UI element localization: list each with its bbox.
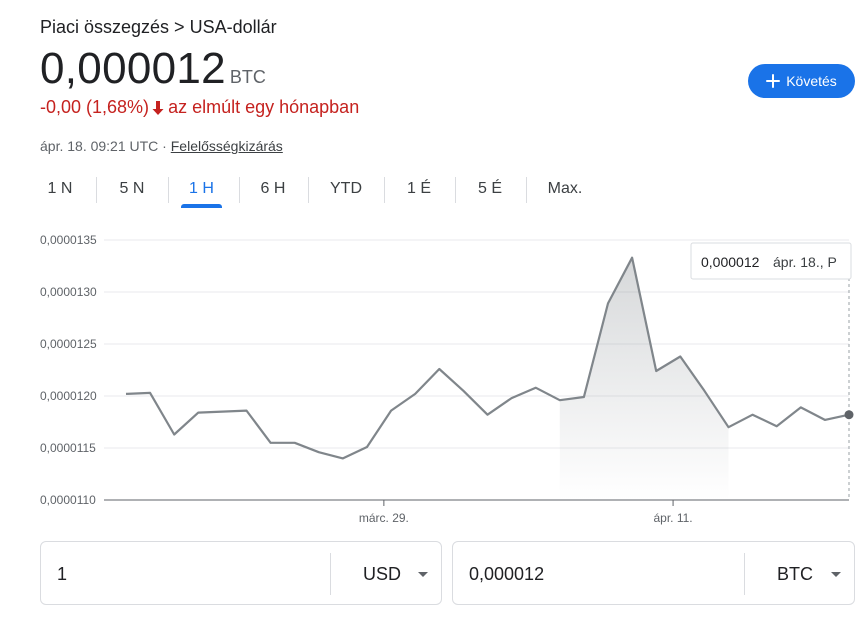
hover-tooltip: 0,000012 ápr. 18., P (690, 242, 852, 280)
tab-5-years[interactable]: 5 É (460, 174, 520, 204)
current-price: 0,000012 (40, 44, 226, 93)
price-unit: BTC (229, 67, 266, 87)
tab-1-day[interactable]: 1 N (30, 174, 90, 204)
converter-divider (330, 553, 331, 595)
tooltip-value: 0,000012 (701, 254, 760, 270)
y-tick-label: 0,0000125 (40, 337, 97, 351)
to-currency-select[interactable]: BTC (777, 564, 813, 585)
timestamp-row: ápr. 18. 09:21 UTC · Felelősségkizárás (40, 138, 283, 154)
tab-1-month[interactable]: 1 H (181, 174, 222, 208)
x-tick-label: márc. 29. (359, 511, 409, 525)
price-row: 0,000012 BTC (40, 44, 266, 94)
change-period: az elmúlt egy hónapban (168, 97, 360, 117)
price-chart[interactable]: 0,0000135 0,0000130 0,0000125 0,0000120 0,00… (0, 220, 861, 540)
tab-divider (96, 177, 97, 203)
tab-divider (168, 177, 169, 203)
tooltip-date: ápr. 18., P (773, 254, 837, 270)
follow-button[interactable]: Követés (748, 64, 855, 98)
change-value: -0,00 (1,68%) (40, 97, 150, 117)
tab-divider (384, 177, 385, 203)
tab-ytd[interactable]: YTD (313, 174, 379, 204)
tab-max[interactable]: Max. (532, 174, 598, 204)
y-tick-label: 0,0000110 (40, 493, 96, 507)
tab-divider (308, 177, 309, 203)
follow-label: Követés (786, 73, 837, 89)
series-line (125, 256, 850, 460)
tab-1-year[interactable]: 1 É (389, 174, 449, 204)
hover-point (844, 410, 854, 420)
from-amount-input[interactable]: 1 (57, 564, 67, 585)
disclaimer-link[interactable]: Felelősségkizárás (171, 138, 283, 154)
tab-divider (239, 177, 240, 203)
y-tick-label: 0,0000130 (40, 285, 97, 299)
tab-6-months[interactable]: 6 H (243, 174, 303, 204)
from-currency-select[interactable]: USD (363, 564, 401, 585)
tab-divider (526, 177, 527, 203)
series-area (559, 257, 729, 500)
y-tick-label: 0,0000115 (40, 441, 96, 455)
converter-to: 0,000012 BTC (452, 541, 855, 605)
arrow-down-icon (152, 100, 164, 115)
converter-divider (744, 553, 745, 595)
x-tick-label: ápr. 11. (653, 511, 692, 525)
tab-divider (455, 177, 456, 203)
price-change: -0,00 (1,68%) az elmúlt egy hónapban (40, 97, 359, 118)
y-tick-label: 0,0000135 (40, 233, 97, 247)
y-tick-label: 0,0000120 (40, 389, 97, 403)
breadcrumb[interactable]: Piaci összegzés > USA-dollár (40, 17, 277, 38)
chevron-down-icon[interactable] (418, 572, 428, 577)
timestamp: ápr. 18. 09:21 UTC (40, 138, 159, 154)
chevron-down-icon[interactable] (831, 572, 841, 577)
to-amount-input[interactable]: 0,000012 (469, 564, 544, 585)
meta-separator: · (158, 138, 171, 154)
plus-icon (766, 74, 781, 88)
tab-5-days[interactable]: 5 N (102, 174, 162, 204)
converter-from: 1 USD (40, 541, 442, 605)
